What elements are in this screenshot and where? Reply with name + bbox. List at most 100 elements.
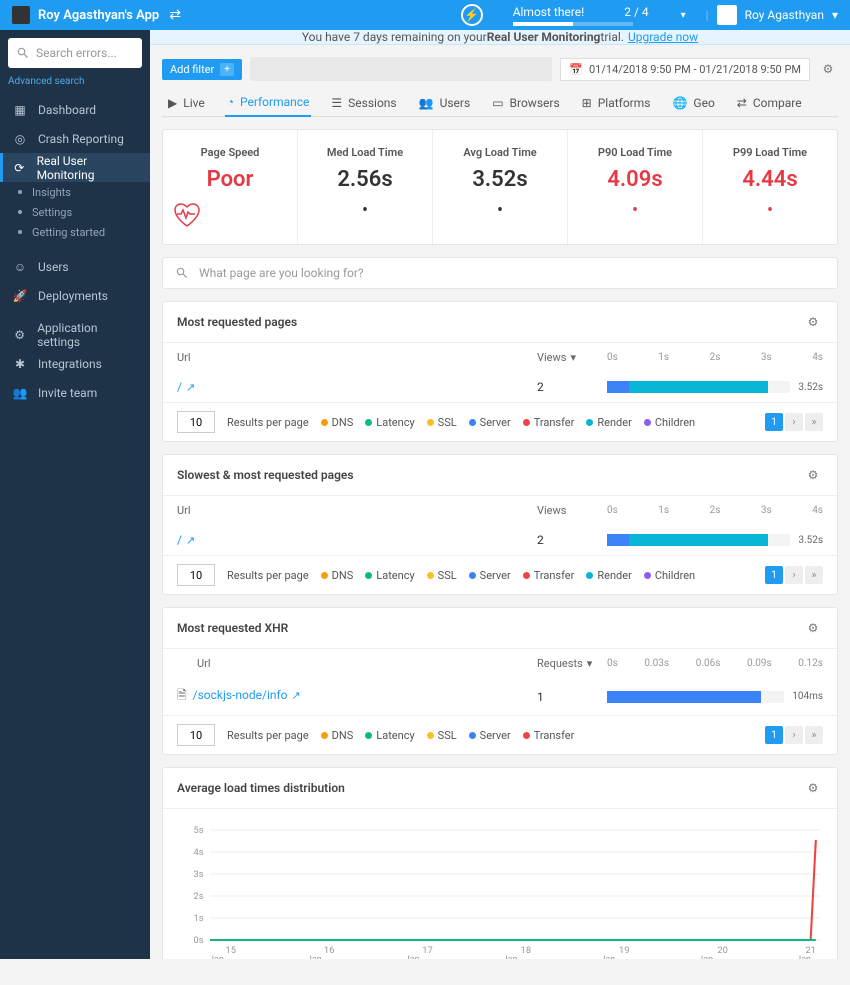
globe-icon: 🌐 (672, 96, 687, 110)
page-1-button[interactable]: 1 (765, 413, 783, 431)
tab-sessions[interactable]: ☰Sessions (329, 89, 398, 116)
external-link-icon[interactable]: ↗ (186, 381, 195, 394)
puzzle-icon: ✱ (12, 356, 28, 372)
avatar-icon (717, 5, 737, 25)
svg-text:1s: 1s (193, 914, 203, 924)
target-icon: ◎ (12, 131, 28, 147)
panel-gear-button[interactable]: ⚙ (803, 778, 823, 798)
metric-page-speed: Page Speed Poor (163, 130, 298, 244)
last-page-button[interactable]: » (805, 413, 823, 431)
user-menu[interactable]: Roy Agasthyan ▾ (717, 5, 838, 25)
legend: DNSLatencySSLServerTransferRenderChildre… (321, 416, 695, 429)
last-page-button[interactable]: » (805, 726, 823, 744)
next-page-button[interactable]: › (785, 413, 803, 431)
page-search-input[interactable]: What page are you looking for? (162, 257, 838, 289)
list-icon: ☰ (331, 96, 342, 110)
bolt-icon[interactable]: ⚡ (461, 4, 483, 26)
nav-insights[interactable]: Insights (0, 182, 150, 202)
svg-text:20: 20 (717, 946, 727, 955)
svg-text:5s: 5s (193, 826, 203, 836)
svg-text:2s: 2s (193, 892, 203, 902)
search-icon (16, 46, 30, 60)
progress-bar (513, 22, 633, 26)
panel-distribution: Average load times distribution⚙ 5s4s3s … (162, 767, 838, 959)
nav-dashboard[interactable]: ▦Dashboard (0, 95, 150, 124)
nav-integrations[interactable]: ✱Integrations (0, 349, 150, 378)
metric-avg-load: Avg Load Time 3.52s • (433, 130, 568, 244)
settings-gear-button[interactable]: ⚙ (818, 59, 838, 79)
time-axis: 0s0.03s0.06s0.09s0.12s (607, 658, 823, 669)
browser-icon: ▭ (492, 96, 503, 110)
page-1-button[interactable]: 1 (765, 726, 783, 744)
metric-p99: P99 Load Time 4.44s • (703, 130, 837, 244)
tab-users[interactable]: 👥Users (417, 89, 473, 116)
svg-text:4s: 4s (193, 848, 203, 858)
chevron-down-icon: ▾ (587, 657, 593, 670)
plus-icon: + (220, 63, 234, 76)
results-per-page-input[interactable] (177, 724, 215, 746)
nav-application-settings[interactable]: ⚙Application settings (0, 320, 150, 349)
external-link-icon[interactable]: ↗ (292, 689, 301, 702)
pagination: 1 › » (765, 726, 823, 744)
nav-settings[interactable]: Settings (0, 202, 150, 222)
tab-live[interactable]: ▶Live (166, 89, 207, 116)
trial-banner: You have 7 days remaining on your Real U… (150, 30, 850, 45)
table-row[interactable]: /↗ 2 3.52s (163, 372, 837, 402)
filter-track[interactable] (250, 57, 552, 81)
nav-crash-reporting[interactable]: ◎Crash Reporting (0, 124, 150, 153)
calendar-icon: 📅 (569, 63, 583, 76)
table-row[interactable]: /↗ 2 3.52s (163, 525, 837, 555)
panel-slowest: Slowest & most requested pages⚙ Url View… (162, 454, 838, 595)
table-row[interactable]: 🗎/sockjs-node/info↗ 1 104ms (163, 678, 837, 715)
metric-p90: P90 Load Time 4.09s • (568, 130, 703, 244)
tab-compare[interactable]: ⇄Compare (735, 89, 804, 116)
upgrade-link[interactable]: Upgrade now (628, 30, 698, 44)
nav-users[interactable]: ☺Users (0, 252, 150, 281)
people-icon: 👥 (12, 385, 28, 401)
svg-text:15: 15 (226, 946, 236, 955)
results-per-page-input[interactable] (177, 411, 215, 433)
svg-text:18: 18 (521, 946, 531, 955)
panel-gear-button[interactable]: ⚙ (803, 465, 823, 485)
next-page-button[interactable]: › (785, 566, 803, 584)
panel-gear-button[interactable]: ⚙ (803, 618, 823, 638)
nav-real-user-monitoring[interactable]: ⟳Real User Monitoring (0, 153, 150, 182)
user-icon: ☺ (12, 259, 28, 275)
app-name[interactable]: Roy Agasthyan's App (38, 8, 159, 23)
tabs: ▶Live ◔Performance ☰Sessions 👥Users ▭Bro… (162, 89, 838, 117)
play-icon: ▶ (168, 96, 177, 110)
tab-browsers[interactable]: ▭Browsers (490, 89, 561, 116)
search-input[interactable]: Search errors... (8, 38, 142, 68)
gear-icon: ⚙ (12, 327, 27, 343)
page-1-button[interactable]: 1 (765, 566, 783, 584)
chevron-down-icon[interactable]: ▾ (681, 10, 686, 21)
tab-platforms[interactable]: ⊞Platforms (580, 89, 653, 116)
onboarding-progress[interactable]: Almost there! 2 / 4 (513, 5, 649, 26)
tab-geo[interactable]: 🌐Geo (670, 89, 716, 116)
next-page-button[interactable]: › (785, 726, 803, 744)
gauge-icon: ◔ (227, 95, 234, 109)
chevron-down-icon: ▾ (832, 8, 838, 22)
svg-text:21: 21 (805, 946, 815, 955)
shuffle-icon[interactable]: ⇄ (169, 7, 181, 23)
nav-deployments[interactable]: 🚀Deployments (0, 281, 150, 310)
pagination: 1 › » (765, 413, 823, 431)
rocket-icon: 🚀 (12, 288, 28, 304)
progress-count: 2 / 4 (624, 5, 648, 19)
legend: DNSLatencySSLServerTransferRenderChildre… (321, 569, 695, 582)
nav-invite-team[interactable]: 👥Invite team (0, 378, 150, 407)
last-page-button[interactable]: » (805, 566, 823, 584)
compare-icon: ⇄ (737, 96, 747, 110)
date-range-picker[interactable]: 📅 01/14/2018 9:50 PM - 01/21/2018 9:50 P… (560, 58, 810, 81)
advanced-search-link[interactable]: Advanced search (8, 76, 142, 87)
time-axis: 0s1s2s3s4s (607, 505, 823, 516)
add-filter-button[interactable]: Add filter + (162, 59, 242, 80)
sidebar: Search errors... Advanced search ▦Dashbo… (0, 30, 150, 959)
results-per-page-input[interactable] (177, 564, 215, 586)
svg-text:0s: 0s (193, 936, 203, 946)
pagination: 1 › » (765, 566, 823, 584)
nav-getting-started[interactable]: Getting started (0, 222, 150, 242)
panel-gear-button[interactable]: ⚙ (803, 312, 823, 332)
tab-performance[interactable]: ◔Performance (225, 89, 312, 117)
external-link-icon[interactable]: ↗ (186, 534, 195, 547)
